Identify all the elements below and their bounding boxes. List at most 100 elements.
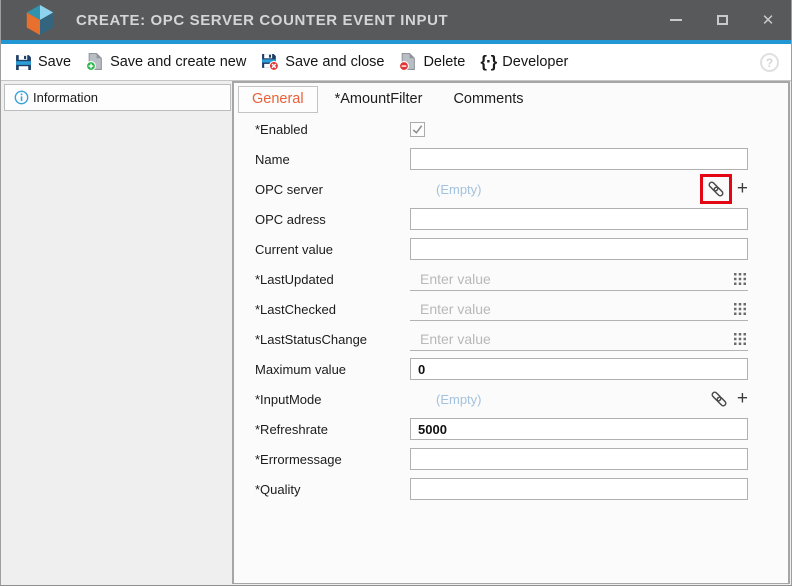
inputmode-link-button[interactable] [706, 386, 732, 412]
field-label-maximum-value: Maximum value [255, 362, 410, 377]
link-icon [708, 181, 724, 197]
cube-logo-icon [26, 5, 54, 35]
save-and-close-label: Save and close [285, 54, 384, 70]
enabled-checkbox[interactable] [410, 122, 425, 137]
inputmode-reference-field: (Empty) + [410, 386, 748, 412]
opc-adress-input[interactable] [410, 208, 748, 230]
delete-button[interactable]: Delete [393, 49, 474, 75]
title-bar: CREATE: OPC SERVER COUNTER EVENT INPUT ✕ [1, 0, 791, 40]
lastchecked-input[interactable] [410, 301, 734, 317]
field-label-current-value: Current value [255, 242, 410, 257]
form-row-enabled: *Enabled [255, 114, 788, 144]
sidebar: Information [1, 81, 232, 585]
toolbar: Save Save and create new Save an [1, 44, 791, 81]
save-create-new-icon [86, 53, 104, 71]
form-row-lastchecked: *LastChecked [255, 294, 788, 324]
opc-server-link-button-highlighted[interactable] [700, 174, 732, 204]
opc-server-add-button[interactable]: + [737, 179, 748, 200]
opc-server-actions: + [700, 178, 748, 200]
developer-button[interactable]: {·} Developer [474, 48, 577, 76]
delete-icon [399, 53, 417, 71]
maximum-value-input[interactable] [410, 358, 748, 380]
tab-bar: General *AmountFilter Comments [234, 83, 788, 114]
field-control-current-value [410, 238, 748, 260]
field-label-name: Name [255, 152, 410, 167]
window-controls: ✕ [653, 0, 791, 40]
refreshrate-input[interactable] [410, 418, 748, 440]
form-row-maximum-value: Maximum value [255, 354, 788, 384]
field-label-errormessage: *Errormessage [255, 452, 410, 467]
inputmode-actions: + [706, 386, 748, 412]
lastupdated-date-field [410, 268, 748, 291]
field-control-name [410, 148, 748, 170]
name-input[interactable] [410, 148, 748, 170]
laststatuschange-picker-button[interactable] [734, 333, 746, 345]
field-control-maximum-value [410, 358, 748, 380]
field-control-errormessage [410, 448, 748, 470]
lastupdated-picker-button[interactable] [734, 273, 746, 285]
help-button[interactable]: ? [760, 53, 779, 72]
field-control-opc-server: (Empty) + [410, 178, 748, 200]
field-control-inputmode: (Empty) + [410, 386, 748, 412]
field-control-refreshrate [410, 418, 748, 440]
grid-picker-icon [734, 303, 746, 315]
laststatuschange-input[interactable] [410, 331, 734, 347]
form: *EnabledNameOPC server(Empty)+OPC adress… [234, 114, 788, 504]
field-control-laststatuschange [410, 328, 748, 351]
checkmark-icon [411, 123, 424, 136]
save-and-create-new-label: Save and create new [110, 54, 246, 70]
form-row-errormessage: *Errormessage [255, 444, 788, 474]
tab-amountfilter[interactable]: *AmountFilter [321, 86, 437, 113]
field-label-quality: *Quality [255, 482, 410, 497]
errormessage-input[interactable] [410, 448, 748, 470]
delete-label: Delete [423, 54, 465, 70]
save-and-create-new-button[interactable]: Save and create new [80, 49, 255, 75]
lastchecked-date-field [410, 298, 748, 321]
laststatuschange-date-field [410, 328, 748, 351]
field-control-enabled [410, 122, 748, 137]
form-row-current-value: Current value [255, 234, 788, 264]
developer-braces-icon: {·} [480, 52, 496, 72]
close-button[interactable]: ✕ [745, 0, 791, 40]
field-label-refreshrate: *Refreshrate [255, 422, 410, 437]
field-control-quality [410, 478, 748, 500]
opc-server-value: (Empty) [410, 182, 700, 197]
maximize-icon [717, 15, 728, 25]
save-and-close-button[interactable]: Save and close [255, 49, 393, 75]
opc-server-reference-field: (Empty) + [410, 178, 748, 200]
field-control-lastupdated [410, 268, 748, 291]
tab-comments[interactable]: Comments [439, 86, 537, 113]
form-row-opc-server: OPC server(Empty) + [255, 174, 788, 204]
tab-general[interactable]: General [238, 86, 318, 113]
window-title: CREATE: OPC SERVER COUNTER EVENT INPUT [76, 12, 448, 29]
grid-picker-icon [734, 273, 746, 285]
form-row-lastupdated: *LastUpdated [255, 264, 788, 294]
save-label: Save [38, 54, 71, 70]
form-row-laststatuschange: *LastStatusChange [255, 324, 788, 354]
lastupdated-input[interactable] [410, 271, 734, 287]
inputmode-value: (Empty) [410, 392, 706, 407]
info-icon [14, 90, 29, 105]
sidebar-item-information[interactable]: Information [4, 84, 231, 111]
maximize-button[interactable] [699, 0, 745, 40]
developer-label: Developer [502, 54, 568, 70]
sidebar-item-label: Information [33, 90, 98, 105]
form-row-quality: *Quality [255, 474, 788, 504]
lastchecked-picker-button[interactable] [734, 303, 746, 315]
field-label-opc-adress: OPC adress [255, 212, 410, 227]
quality-input[interactable] [410, 478, 748, 500]
form-row-refreshrate: *Refreshrate [255, 414, 788, 444]
save-icon [15, 54, 32, 71]
main-area: Information General *AmountFilter Commen… [1, 81, 791, 585]
minimize-button[interactable] [653, 0, 699, 40]
link-icon [711, 391, 727, 407]
field-label-laststatuschange: *LastStatusChange [255, 332, 410, 347]
minimize-icon [670, 19, 682, 21]
save-button[interactable]: Save [9, 50, 80, 75]
current-value-input[interactable] [410, 238, 748, 260]
inputmode-add-button[interactable]: + [737, 389, 748, 410]
content-panel: General *AmountFilter Comments *Enabled N… [232, 81, 790, 584]
field-label-enabled: *Enabled [255, 122, 410, 137]
field-label-opc-server: OPC server [255, 182, 410, 197]
form-row-name: Name [255, 144, 788, 174]
